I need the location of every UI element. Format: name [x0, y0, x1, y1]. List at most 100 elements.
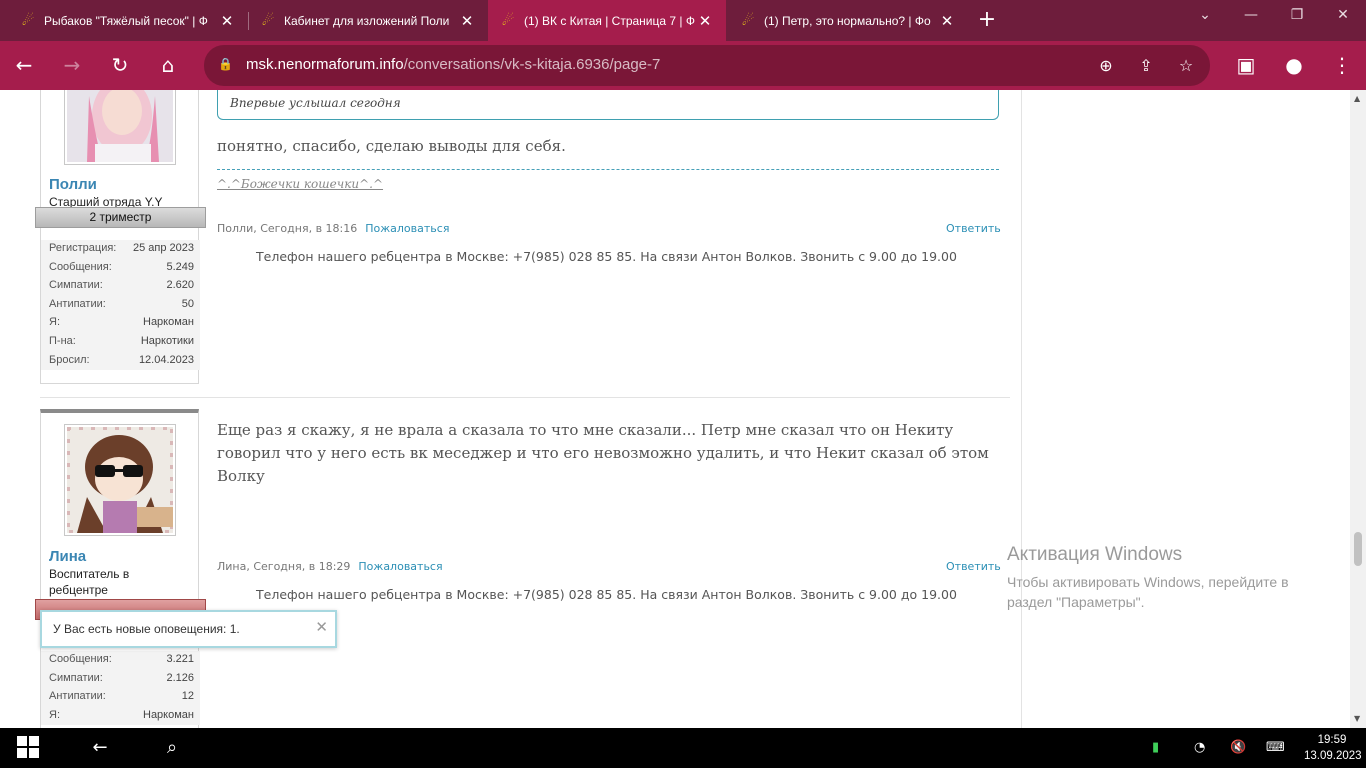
url-path: /conversations/vk-s-kitaja.6936/page-7 [403, 56, 661, 73]
stat-value: 25 апр 2023 [132, 242, 194, 254]
stat-dislikes: Антипатии: 12 [41, 688, 200, 707]
url-domain: msk.nenormaforum.info [246, 56, 404, 73]
battery-icon[interactable]: ▮ [1152, 740, 1159, 755]
username-link[interactable]: Лина [49, 548, 86, 565]
site-favicon-icon: ☄ [21, 12, 35, 29]
stat-messages: Сообщения: 3.221 [41, 651, 200, 670]
network-icon[interactable]: ◔ [1194, 740, 1205, 755]
tab-1[interactable]: ☄ Рыбаков "Тяжёлый песок" | Ф ✕ [8, 0, 248, 41]
reply-button[interactable]: Ответить [946, 222, 1001, 235]
stat-me: Я: Наркоман [41, 707, 200, 726]
activation-heading: Активация Windows [1007, 544, 1183, 565]
stat-value[interactable]: 5.249 [166, 261, 194, 273]
site-favicon-icon: ☄ [501, 12, 515, 29]
browser-toolbar: ← → ↻ ⌂ 🔒 msk.nenormaforum.info/conversa… [0, 41, 1366, 90]
stat-value: 2.620 [166, 279, 194, 292]
stat-key: Симпатии: [49, 671, 103, 684]
stat-likes: Симпатии: 2.620 [41, 277, 200, 296]
quote-block: Впервые услышал сегодня [217, 90, 999, 120]
stat-key: Антипатии: [49, 297, 106, 310]
tab-3-active[interactable]: ☄ (1) ВК с Китая | Страница 7 | Ф ✕ [488, 0, 726, 41]
post-divider [40, 397, 1010, 398]
minimize-icon[interactable]: — [1228, 4, 1274, 28]
stat-likes: Симпатии: 2.126 [41, 670, 200, 689]
username-link[interactable]: Полли [49, 176, 97, 193]
avatar-image [64, 424, 176, 536]
page-scrollbar[interactable]: ▲ ▼ [1350, 90, 1366, 728]
reply-button[interactable]: Ответить [946, 560, 1001, 573]
post-2-message: Еще раз я скажу, я не врала а сказала то… [217, 421, 989, 485]
stat-key: Сообщения: [49, 260, 112, 273]
clock-time: 19:59 [1317, 734, 1347, 746]
post-author-date[interactable]: Лина, Сегодня, в 18:29 [217, 560, 350, 573]
menu-kebab-icon[interactable]: ⋮ [1326, 50, 1358, 82]
tab-2[interactable]: ☄ Кабинет для изложений Поли ✕ [248, 0, 488, 41]
close-icon[interactable]: ✕ [315, 618, 328, 636]
zoom-icon[interactable]: ⊕ [1094, 54, 1118, 78]
stat-dislikes: Антипатии: 50 [41, 296, 200, 315]
report-link[interactable]: Пожаловаться [365, 222, 449, 235]
post-1-signature[interactable]: ^.^Божечки кошечки^.^ [217, 177, 383, 191]
post-1-message: понятно, спасибо, сделаю выводы для себя… [217, 137, 566, 155]
stat-value[interactable]: 3.221 [166, 653, 194, 665]
taskbar-clock[interactable]: 19:59 13.09.2023 [1304, 732, 1362, 764]
window-close-icon[interactable]: ✕ [1320, 4, 1366, 28]
forward-arrow-icon[interactable]: → [56, 50, 88, 82]
tab-4[interactable]: ☄ (1) Петр, это нормально? | Фо ✕ [728, 0, 968, 41]
avatar[interactable] [64, 424, 176, 536]
home-icon[interactable]: ⌂ [152, 50, 184, 82]
close-icon[interactable]: ✕ [458, 12, 476, 30]
activation-line-1: Чтобы активировать Windows, перейдите в [1007, 574, 1289, 590]
stat-value: Наркотики [140, 334, 194, 347]
report-link[interactable]: Пожаловаться [358, 560, 442, 573]
stat-value: 50 [181, 297, 194, 310]
search-icon[interactable]: ⌕ [160, 736, 184, 760]
windows-logo-icon [17, 736, 39, 758]
stat-key: Сообщения: [49, 653, 112, 665]
address-bar[interactable]: 🔒 msk.nenormaforum.info/conversations/vk… [204, 45, 1210, 86]
stat-key: Я: [49, 316, 60, 329]
stat-value: 12 [181, 690, 194, 703]
back-arrow-icon[interactable]: ← [8, 50, 40, 82]
close-icon[interactable]: ✕ [696, 12, 714, 30]
sidebar-panel-icon[interactable]: ▣ [1230, 50, 1262, 82]
keyboard-icon[interactable]: ⌨ [1266, 740, 1285, 755]
new-tab-plus-icon[interactable]: + [974, 8, 1000, 34]
column-divider [1021, 90, 1022, 728]
windows-start-icon[interactable] [16, 736, 40, 760]
avatar[interactable] [64, 90, 176, 165]
page-content: Полли Старший отряда Y.Y 2 триместр Реги… [0, 90, 1350, 728]
user-ribbon: 2 триместр [35, 207, 206, 228]
site-favicon-icon: ☄ [261, 12, 275, 29]
stat-me: Я: Наркоман [41, 314, 200, 333]
clock-date: 13.09.2023 [1304, 750, 1362, 762]
restore-icon[interactable]: ❐ [1274, 4, 1320, 28]
chevron-down-icon[interactable]: ⌄ [1182, 4, 1228, 28]
windows-activation-watermark: Активация Windows Чтобы активировать Win… [1007, 544, 1337, 612]
reload-icon[interactable]: ↻ [104, 50, 136, 82]
profile-avatar-icon[interactable]: ● [1278, 50, 1310, 82]
stat-key: П-на: [49, 334, 76, 347]
notification-popup[interactable]: У Вас есть новые оповещения: 1. ✕ [40, 610, 337, 648]
stat-key: Антипатии: [49, 690, 106, 703]
stat-key: Бросил: [49, 353, 90, 366]
post-1-meta: Полли, Сегодня, в 18:16 Пожаловаться [217, 222, 449, 235]
site-favicon-icon: ☄ [741, 12, 755, 29]
activation-line-2: раздел "Параметры". [1007, 594, 1145, 610]
signature-divider [217, 169, 999, 170]
bookmark-star-icon[interactable]: ☆ [1174, 54, 1198, 78]
stat-value: Наркоман [143, 708, 194, 721]
post-author-date[interactable]: Полли, Сегодня, в 18:16 [217, 222, 357, 235]
scroll-down-arrow-icon[interactable]: ▼ [1354, 714, 1360, 723]
scrollbar-thumb[interactable] [1354, 532, 1362, 566]
notification-text[interactable]: У Вас есть новые оповещения: 1. [53, 622, 240, 636]
lock-icon[interactable]: 🔒 [218, 57, 234, 73]
close-icon[interactable]: ✕ [218, 12, 236, 30]
close-icon[interactable]: ✕ [938, 12, 956, 30]
share-icon[interactable]: ⇪ [1134, 54, 1158, 78]
avatar-image [67, 90, 173, 162]
scroll-up-arrow-icon[interactable]: ▲ [1354, 94, 1360, 103]
volume-muted-icon[interactable]: 🔇 [1230, 740, 1246, 755]
back-arrow-icon[interactable]: ← [88, 736, 112, 760]
post-1-userinfo: Полли Старший отряда Y.Y 2 триместр Реги… [35, 90, 206, 384]
